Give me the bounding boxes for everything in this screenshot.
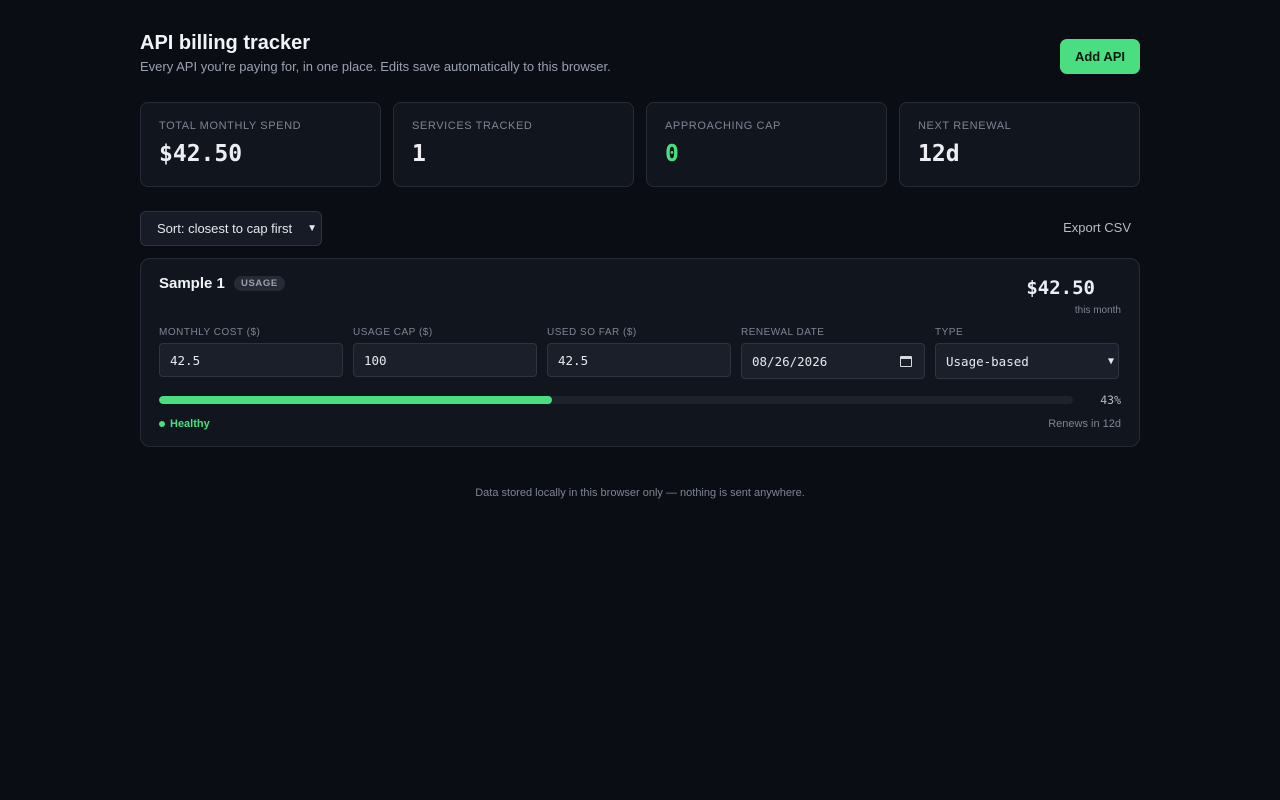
renewal-date-label: RENEWAL DATE [741, 327, 825, 338]
usage-progress-fill [159, 396, 553, 404]
service-card: Sample 1 USAGE $42.50 this month MONTHLY… [140, 258, 1140, 447]
app-container: API billing tracker Every API you're pay… [140, 0, 1140, 447]
footer-note: Data stored locally in this browser only… [475, 487, 805, 499]
stat-value: 12d [918, 141, 960, 167]
usage-cap-input[interactable]: 100 [353, 343, 537, 377]
stat-value: $42.50 [159, 141, 243, 167]
usage-cap-label: USAGE CAP ($) [353, 327, 433, 338]
monthly-cost-label: MONTHLY COST ($) [159, 327, 261, 338]
renews-text: Renews in 12d [1048, 418, 1121, 430]
monthly-cost-value: 42.5 [170, 352, 201, 368]
type-group: TYPE Usage-based ▼ [935, 327, 1119, 379]
stat-card-approaching-cap: APPROACHING CAP 0 [646, 102, 887, 187]
used-so-far-input[interactable]: 42.5 [547, 343, 731, 377]
monthly-cost-input[interactable]: 42.5 [159, 343, 343, 377]
export-csv-button[interactable]: Export CSV [1063, 220, 1131, 235]
status-dot-icon [159, 421, 165, 427]
sort-select-value: Sort: closest to cap first [157, 221, 293, 236]
page-header: API billing tracker Every API you're pay… [140, 0, 1140, 102]
type-label: TYPE [935, 327, 964, 338]
sort-select[interactable]: Sort: closest to cap first ▼ [140, 211, 322, 246]
calendar-icon[interactable] [900, 356, 912, 367]
service-type-badge: USAGE [234, 276, 285, 291]
renewal-date-value: 08/26/2026 [752, 353, 828, 369]
usage-cap-group: USAGE CAP ($) 100 [353, 327, 537, 379]
renewal-date-group: RENEWAL DATE 08/26/2026 [741, 327, 925, 379]
service-fields: MONTHLY COST ($) 42.5 USAGE CAP ($) 100 … [159, 327, 1119, 379]
status-text: Healthy [170, 418, 210, 430]
toolbar: Sort: closest to cap first ▼ Export CSV [140, 211, 1140, 258]
page-subtitle: Every API you're paying for, in one plac… [140, 59, 611, 74]
stat-label: SERVICES TRACKED [412, 120, 533, 132]
page-title: API billing tracker [140, 32, 311, 54]
usage-progress-bar [159, 396, 1073, 404]
stat-card-total-spend: TOTAL MONTHLY SPEND $42.50 [140, 102, 381, 187]
stat-label: NEXT RENEWAL [918, 120, 1012, 132]
stat-value: 0 [665, 141, 679, 167]
add-api-button[interactable]: Add API [1060, 39, 1140, 74]
stat-label: APPROACHING CAP [665, 120, 781, 132]
usage-progress-percent: 43% [1100, 393, 1121, 407]
status-indicator: Healthy [159, 418, 210, 430]
stat-card-next-renewal: NEXT RENEWAL 12d [899, 102, 1140, 187]
chevron-down-icon: ▼ [1107, 356, 1114, 367]
stat-value: 1 [412, 141, 426, 167]
renewal-date-input[interactable]: 08/26/2026 [741, 343, 925, 379]
type-select[interactable]: Usage-based ▼ [935, 343, 1119, 379]
usage-cap-value: 100 [364, 352, 387, 368]
service-period: this month [1074, 305, 1121, 316]
service-amount: $42.50 [1026, 277, 1095, 299]
used-so-far-label: USED SO FAR ($) [547, 327, 637, 338]
type-select-value: Usage-based [946, 353, 1029, 369]
stat-card-services-tracked: SERVICES TRACKED 1 [393, 102, 634, 187]
used-so-far-group: USED SO FAR ($) 42.5 [547, 327, 731, 379]
stat-label: TOTAL MONTHLY SPEND [159, 120, 302, 132]
monthly-cost-group: MONTHLY COST ($) 42.5 [159, 327, 343, 379]
chevron-down-icon: ▼ [307, 223, 317, 234]
service-name: Sample 1 [159, 275, 225, 292]
stats-row: TOTAL MONTHLY SPEND $42.50 SERVICES TRAC… [140, 102, 1140, 187]
used-so-far-value: 42.5 [558, 352, 589, 368]
